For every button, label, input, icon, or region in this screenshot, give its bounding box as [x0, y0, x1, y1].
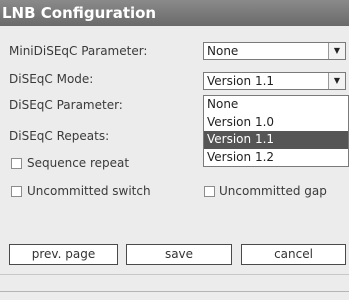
dialog-title: LNB Configuration [0, 0, 349, 26]
diseqc-mode-value: Version 1.1 [207, 74, 275, 88]
diseqc-mode-select[interactable]: Version 1.1 ▼ [203, 72, 346, 90]
sequence-repeat-checkbox[interactable] [11, 158, 22, 169]
cancel-button[interactable]: cancel [241, 244, 346, 265]
chevron-down-icon[interactable]: ▼ [328, 43, 345, 59]
uncommitted-gap-checkbox[interactable] [204, 186, 215, 197]
minidiseqc-parameter-label: MiniDiSEqC Parameter: [9, 44, 148, 58]
dropdown-option-none[interactable]: None [204, 96, 348, 114]
save-button[interactable]: save [126, 244, 232, 265]
sequence-repeat-label: Sequence repeat [27, 156, 130, 170]
bottom-divider [0, 291, 349, 292]
minidiseqc-parameter-select[interactable]: None ▼ [203, 42, 346, 60]
diseqc-repeats-label: DiSEqC Repeats: [9, 129, 110, 143]
diseqc-parameter-label: DiSEqC Parameter: [9, 98, 123, 112]
bottom-divider [0, 274, 349, 275]
dropdown-option-version-1-0[interactable]: Version 1.0 [204, 114, 348, 132]
uncommitted-switch-label: Uncommitted switch [27, 184, 151, 198]
minidiseqc-parameter-value: None [207, 44, 239, 58]
uncommitted-switch-checkbox[interactable] [11, 186, 22, 197]
chevron-down-icon[interactable]: ▼ [328, 73, 345, 89]
prev-page-button[interactable]: prev. page [9, 244, 118, 265]
diseqc-mode-dropdown-list[interactable]: None Version 1.0 Version 1.1 Version 1.2 [203, 95, 349, 167]
uncommitted-gap-label: Uncommitted gap [219, 184, 327, 198]
lnb-configuration-dialog: LNB Configuration MiniDiSEqC Parameter: … [0, 0, 349, 300]
diseqc-mode-label: DiSEqC Mode: [9, 72, 94, 86]
dropdown-option-version-1-2[interactable]: Version 1.2 [204, 149, 348, 167]
dropdown-option-version-1-1[interactable]: Version 1.1 [204, 131, 348, 149]
